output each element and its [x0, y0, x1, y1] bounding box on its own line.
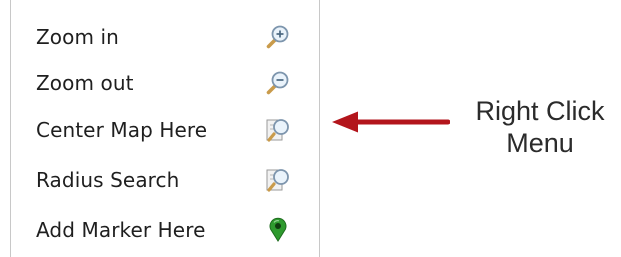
map-marker-icon	[265, 217, 291, 243]
menu-item-label: Center Map Here	[36, 118, 208, 142]
radius-search-icon	[265, 167, 291, 193]
menu-item-radius-search[interactable]: Radius Search	[11, 158, 319, 202]
annotation-label: Right Click Menu	[465, 95, 615, 159]
center-map-icon	[265, 117, 291, 143]
annotation-line-2: Menu	[506, 128, 574, 158]
menu-item-label: Zoom in	[36, 25, 119, 49]
menu-item-label: Add Marker Here	[36, 218, 206, 242]
menu-item-label: Zoom out	[36, 71, 134, 95]
menu-item-label: Radius Search	[36, 168, 180, 192]
zoom-out-icon	[265, 70, 291, 96]
annotation-line-1: Right Click	[475, 96, 605, 126]
annotation-arrow	[332, 111, 450, 133]
menu-item-add-marker[interactable]: Add Marker Here	[11, 208, 319, 252]
zoom-in-icon	[265, 24, 291, 50]
right-click-menu: Zoom in Zoom out Center Map Here Radius …	[10, 0, 320, 257]
menu-item-zoom-in[interactable]: Zoom in	[11, 15, 319, 59]
menu-item-zoom-out[interactable]: Zoom out	[11, 61, 319, 105]
menu-item-center-map[interactable]: Center Map Here	[11, 108, 319, 152]
